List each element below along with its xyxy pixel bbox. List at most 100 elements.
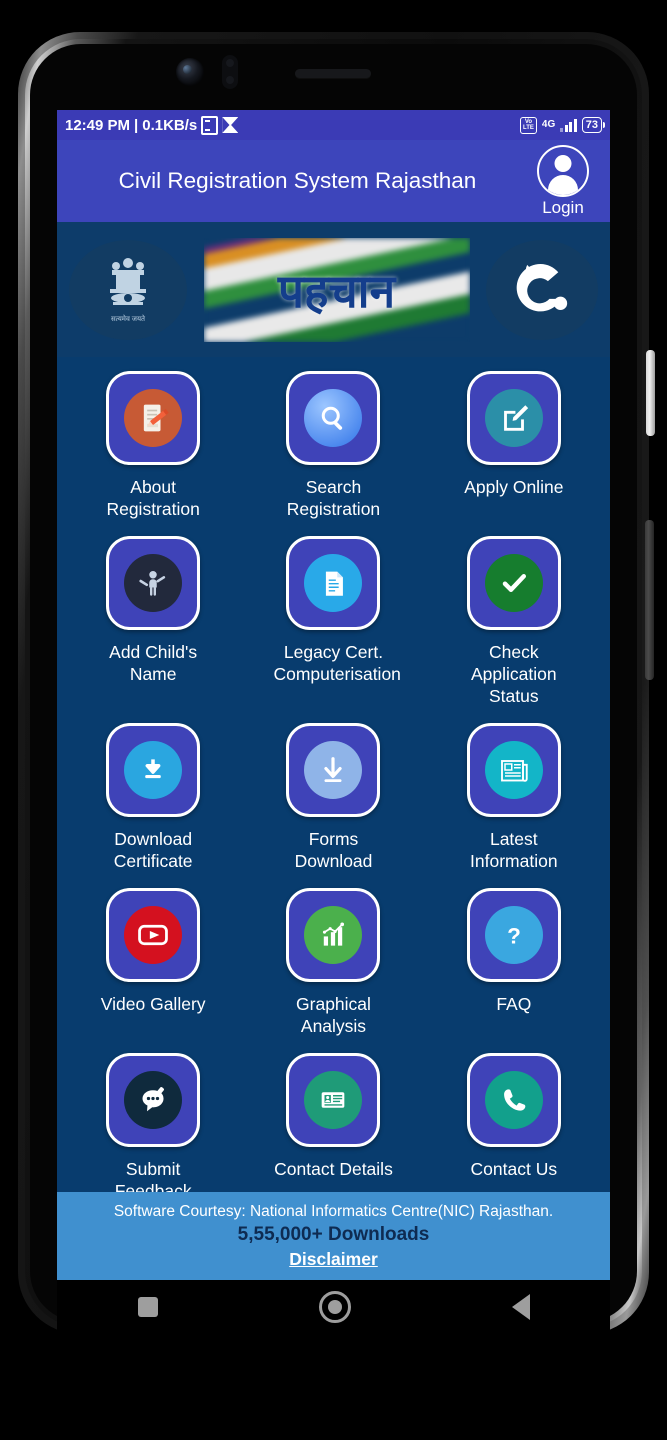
magnifier-icon — [304, 389, 363, 447]
question-mark-icon: ? — [484, 906, 543, 964]
status-separator: | — [134, 116, 139, 134]
grid-item-label: Apply Online — [464, 477, 564, 497]
checkmark-circle-icon — [484, 554, 543, 612]
grid-item-tile[interactable] — [286, 888, 381, 982]
grid-item-label: Latest Information — [470, 829, 558, 871]
recents-square-icon[interactable] — [137, 1297, 158, 1317]
grid-item-submit-feedback[interactable]: Submit Feedback — [63, 1047, 243, 1212]
status-time: 12:49 PM — [65, 116, 131, 134]
login-label: Login — [542, 197, 584, 217]
grid-item-label: Contact Us — [470, 1159, 558, 1179]
grid-item-video-gallery[interactable]: Video Gallery — [63, 882, 243, 1047]
grid-item-tile[interactable] — [106, 536, 201, 630]
grid-item-tile[interactable] — [286, 536, 381, 630]
newspaper-icon — [484, 741, 543, 799]
pehchan-logo-svg — [516, 263, 568, 311]
grid-item-label: About Registration — [106, 477, 200, 519]
id-card-icon — [304, 1071, 363, 1129]
power-button[interactable] — [645, 520, 654, 680]
grid-item-tile[interactable]: ? — [466, 888, 561, 982]
india-national-emblem-icon: सत्यमेव जयते — [69, 239, 187, 340]
grid-item-tile[interactable] — [106, 371, 201, 465]
grid-item-apply-online[interactable]: Apply Online — [424, 365, 604, 530]
pehchan-logo-icon — [486, 239, 598, 340]
grid-item-tile[interactable] — [466, 723, 561, 817]
emblem-svg — [110, 258, 146, 305]
grid-item-tile[interactable] — [286, 1053, 381, 1147]
battery-indicator: 73 — [581, 117, 606, 133]
home-circle-icon[interactable] — [318, 1291, 351, 1323]
grid-item-label: Legacy Cert. Computerisation — [273, 642, 401, 684]
video-play-icon — [124, 906, 183, 964]
document-icon — [201, 115, 219, 135]
screenshot-root: 12:49 PM | 0.1KB/s Vo LTE 4G 73 Civil Re… — [0, 0, 667, 1440]
app-bar: Civil Registration System Rajasthan Logi… — [57, 140, 610, 222]
grid-item-search-registration[interactable]: Search Registration — [243, 365, 423, 530]
bar-chart-icon — [304, 906, 363, 964]
grid-item-label: Contact Details — [274, 1159, 393, 1179]
grid-item-add-child-s-name[interactable]: Add Child's Name — [63, 530, 243, 717]
volte-line-2: LTE — [523, 125, 534, 131]
status-bar: 12:49 PM | 0.1KB/s Vo LTE 4G 73 — [57, 110, 610, 140]
user-avatar-icon — [537, 144, 589, 197]
login-button[interactable]: Login — [522, 144, 610, 218]
grid-item-forms-download[interactable]: Forms Download — [243, 717, 423, 882]
volume-button[interactable] — [646, 350, 655, 436]
network-type-label: 4G — [541, 119, 556, 130]
footer-courtesy: Software Courtesy: National Informatics … — [113, 1202, 554, 1220]
grid-item-tile[interactable] — [106, 888, 201, 982]
grid-item-label: Graphical Analysis — [296, 994, 371, 1036]
grid-item-download-certificate[interactable]: Download Certificate — [63, 717, 243, 882]
grid-item-label: Check Application Status — [471, 642, 557, 706]
signal-bars-icon — [560, 118, 577, 132]
grid-item-tile[interactable] — [466, 536, 561, 630]
status-network-speed: 0.1KB/s — [142, 116, 198, 134]
phone-screen: 12:49 PM | 0.1KB/s Vo LTE 4G 73 Civil Re… — [57, 110, 610, 1280]
emblem-motto: सत्यमेव जयते — [110, 316, 146, 323]
download-tray-icon — [124, 741, 183, 799]
status-bar-right: Vo LTE 4G 73 — [520, 116, 606, 134]
pehchan-flag-banner: पहचान — [203, 237, 470, 342]
status-bar-left: 12:49 PM | 0.1KB/s — [65, 115, 239, 135]
grid-item-tile[interactable] — [286, 723, 381, 817]
back-triangle-icon[interactable] — [511, 1294, 530, 1320]
volte-icon: Vo LTE — [520, 116, 537, 134]
android-nav-bar — [57, 1280, 610, 1334]
grid-item-tile[interactable] — [106, 723, 201, 817]
proximity-sensor-icon — [222, 55, 238, 89]
grid-item-check-application-status[interactable]: Check Application Status — [424, 530, 604, 717]
banner: सत्यमेव जयते पहचान — [57, 222, 610, 357]
grid-item-tile[interactable] — [466, 371, 561, 465]
volte-line-1: Vo — [524, 118, 533, 125]
footer: Software Courtesy: National Informatics … — [57, 1192, 610, 1280]
grid-item-label: Video Gallery — [100, 994, 206, 1014]
phone-icon — [484, 1071, 543, 1129]
document-pencil-icon — [124, 389, 183, 447]
sync-icon — [222, 117, 239, 133]
front-camera-icon — [176, 58, 204, 86]
feedback-chat-icon — [124, 1071, 183, 1129]
grid-item-tile[interactable] — [286, 371, 381, 465]
compose-edit-icon — [484, 389, 543, 447]
grid-item-faq[interactable]: ? FAQ — [424, 882, 604, 1047]
grid-item-latest-information[interactable]: Latest Information — [424, 717, 604, 882]
grid-item-legacy-cert-computerisation[interactable]: Legacy Cert. Computerisation — [243, 530, 423, 717]
page-title: Civil Registration System Rajasthan — [118, 168, 477, 193]
download-arrow-icon — [304, 741, 363, 799]
footer-downloads: 5,55,000+ Downloads — [237, 1223, 430, 1245]
grid-item-tile[interactable] — [466, 1053, 561, 1147]
grid-item-label: FAQ — [496, 994, 532, 1014]
grid-item-label: Download Certificate — [113, 829, 193, 871]
grid-item-about-registration[interactable]: About Registration — [63, 365, 243, 530]
grid-item-label: Add Child's Name — [109, 642, 198, 684]
grid-item-contact-details[interactable]: Contact Details — [243, 1047, 423, 1212]
pehchan-text: पहचान — [277, 264, 396, 317]
grid-item-label: Forms Download — [294, 829, 373, 871]
grid-item-tile[interactable] — [106, 1053, 201, 1147]
grid-item-graphical-analysis[interactable]: Graphical Analysis — [243, 882, 423, 1047]
disclaimer-link[interactable]: Disclaimer — [289, 1249, 378, 1270]
grid-item-label: Search Registration — [286, 477, 381, 519]
grid-item-contact-us[interactable]: Contact Us — [424, 1047, 604, 1212]
earpiece-speaker — [295, 69, 371, 78]
child-icon — [124, 554, 183, 612]
